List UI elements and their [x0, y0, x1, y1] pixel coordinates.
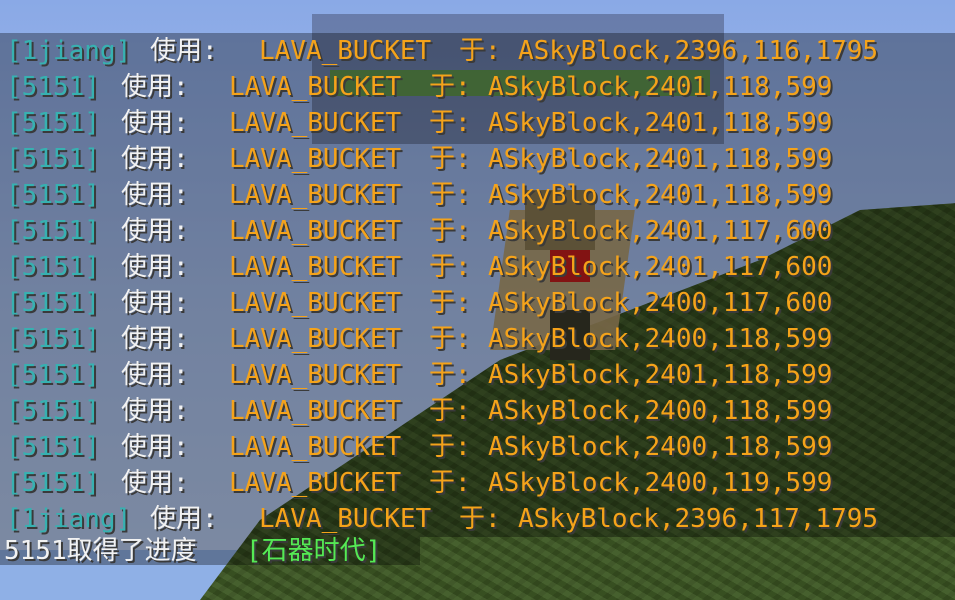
chat-line: [5151] 使用: LAVA_BUCKET 于: ASkyBlock,2400,119… [0, 465, 955, 501]
chat-line: [5151] 使用: LAVA_BUCKET 于: ASkyBlock,2401,118… [0, 69, 955, 105]
location-separator: 于: [429, 288, 471, 318]
action-verb: 使用: [150, 36, 218, 66]
location-separator: 于: [429, 216, 471, 246]
item-name: LAVA_BUCKET [229, 432, 402, 462]
item-name: LAVA_BUCKET [229, 324, 402, 354]
location-separator: 于: [429, 360, 471, 390]
location-coordinates: ASkyBlock,2400,119,599 [488, 468, 833, 498]
location-separator: 于: [429, 432, 471, 462]
action-verb: 使用: [121, 252, 189, 282]
chat-log: [1jiang] 使用: LAVA_BUCKET 于: ASkyBlock,2396,1… [0, 33, 955, 537]
item-name: LAVA_BUCKET [259, 504, 432, 534]
advancement-text: 5151取得了进度 [4, 536, 197, 566]
location-coordinates: ASkyBlock,2396,117,1795 [518, 504, 879, 534]
item-name: LAVA_BUCKET [229, 144, 402, 174]
advancement-name: [石器时代] [246, 536, 382, 566]
location-separator: 于: [459, 504, 501, 534]
chat-line: [5151] 使用: LAVA_BUCKET 于: ASkyBlock,2400,117… [0, 285, 955, 321]
item-name: LAVA_BUCKET [229, 180, 402, 210]
action-verb: 使用: [121, 108, 189, 138]
chat-line: [5151] 使用: LAVA_BUCKET 于: ASkyBlock,2401,117… [0, 213, 955, 249]
location-coordinates: ASkyBlock,2396,116,1795 [518, 36, 879, 66]
player-name: [5151] [6, 396, 100, 426]
chat-line: [5151] 使用: LAVA_BUCKET 于: ASkyBlock,2400,118… [0, 393, 955, 429]
action-verb: 使用: [121, 72, 189, 102]
location-separator: 于: [429, 144, 471, 174]
player-name: [5151] [6, 360, 100, 390]
player-name: [5151] [6, 180, 100, 210]
item-name: LAVA_BUCKET [229, 252, 402, 282]
action-verb: 使用: [150, 504, 218, 534]
location-separator: 于: [429, 324, 471, 354]
location-separator: 于: [429, 396, 471, 426]
player-name: [5151] [6, 288, 100, 318]
action-verb: 使用: [121, 396, 189, 426]
action-verb: 使用: [121, 216, 189, 246]
chat-line-partial: 5151取得了进度 [石器时代] [0, 537, 420, 565]
item-name: LAVA_BUCKET [229, 72, 402, 102]
item-name: LAVA_BUCKET [229, 360, 402, 390]
player-name: [5151] [6, 144, 100, 174]
chat-line: [5151] 使用: LAVA_BUCKET 于: ASkyBlock,2401,118… [0, 141, 955, 177]
action-verb: 使用: [121, 360, 189, 390]
action-verb: 使用: [121, 144, 189, 174]
location-coordinates: ASkyBlock,2401,118,599 [488, 108, 833, 138]
action-verb: 使用: [121, 180, 189, 210]
chat-line: [1jiang] 使用: LAVA_BUCKET 于: ASkyBlock,2396,1… [0, 501, 955, 537]
location-separator: 于: [429, 252, 471, 282]
chat-line: [5151] 使用: LAVA_BUCKET 于: ASkyBlock,2401,118… [0, 105, 955, 141]
player-name: [5151] [6, 324, 100, 354]
location-coordinates: ASkyBlock,2401,118,599 [488, 180, 833, 210]
location-separator: 于: [429, 180, 471, 210]
location-coordinates: ASkyBlock,2401,118,599 [488, 72, 833, 102]
player-name: [1jiang] [6, 504, 132, 534]
location-coordinates: ASkyBlock,2401,117,600 [488, 216, 833, 246]
chat-line: [5151] 使用: LAVA_BUCKET 于: ASkyBlock,2401,118… [0, 357, 955, 393]
location-coordinates: ASkyBlock,2401,118,599 [488, 144, 833, 174]
action-verb: 使用: [121, 468, 189, 498]
chat-line: [1jiang] 使用: LAVA_BUCKET 于: ASkyBlock,2396,1… [0, 33, 955, 69]
location-coordinates: ASkyBlock,2400,117,600 [488, 288, 833, 318]
chat-line: [5151] 使用: LAVA_BUCKET 于: ASkyBlock,2400,118… [0, 321, 955, 357]
location-separator: 于: [429, 468, 471, 498]
player-name: [5151] [6, 252, 100, 282]
chat-line: [5151] 使用: LAVA_BUCKET 于: ASkyBlock,2400,118… [0, 429, 955, 465]
action-verb: 使用: [121, 288, 189, 318]
player-name: [5151] [6, 108, 100, 138]
action-verb: 使用: [121, 324, 189, 354]
player-name: [5151] [6, 72, 100, 102]
item-name: LAVA_BUCKET [229, 396, 402, 426]
location-separator: 于: [459, 36, 501, 66]
location-separator: 于: [429, 72, 471, 102]
item-name: LAVA_BUCKET [229, 288, 402, 318]
item-name: LAVA_BUCKET [259, 36, 432, 66]
item-name: LAVA_BUCKET [229, 216, 402, 246]
item-name: LAVA_BUCKET [229, 108, 402, 138]
player-name: [5151] [6, 432, 100, 462]
location-coordinates: ASkyBlock,2401,117,600 [488, 252, 833, 282]
player-name: [5151] [6, 216, 100, 246]
item-name: LAVA_BUCKET [229, 468, 402, 498]
player-name: [1jiang] [6, 36, 132, 66]
location-coordinates: ASkyBlock,2400,118,599 [488, 396, 833, 426]
location-coordinates: ASkyBlock,2401,118,599 [488, 360, 833, 390]
location-coordinates: ASkyBlock,2400,118,599 [488, 432, 833, 462]
action-verb: 使用: [121, 432, 189, 462]
location-coordinates: ASkyBlock,2400,118,599 [488, 324, 833, 354]
chat-line: [5151] 使用: LAVA_BUCKET 于: ASkyBlock,2401,118… [0, 177, 955, 213]
chat-line: [5151] 使用: LAVA_BUCKET 于: ASkyBlock,2401,117… [0, 249, 955, 285]
location-separator: 于: [429, 108, 471, 138]
player-name: [5151] [6, 468, 100, 498]
